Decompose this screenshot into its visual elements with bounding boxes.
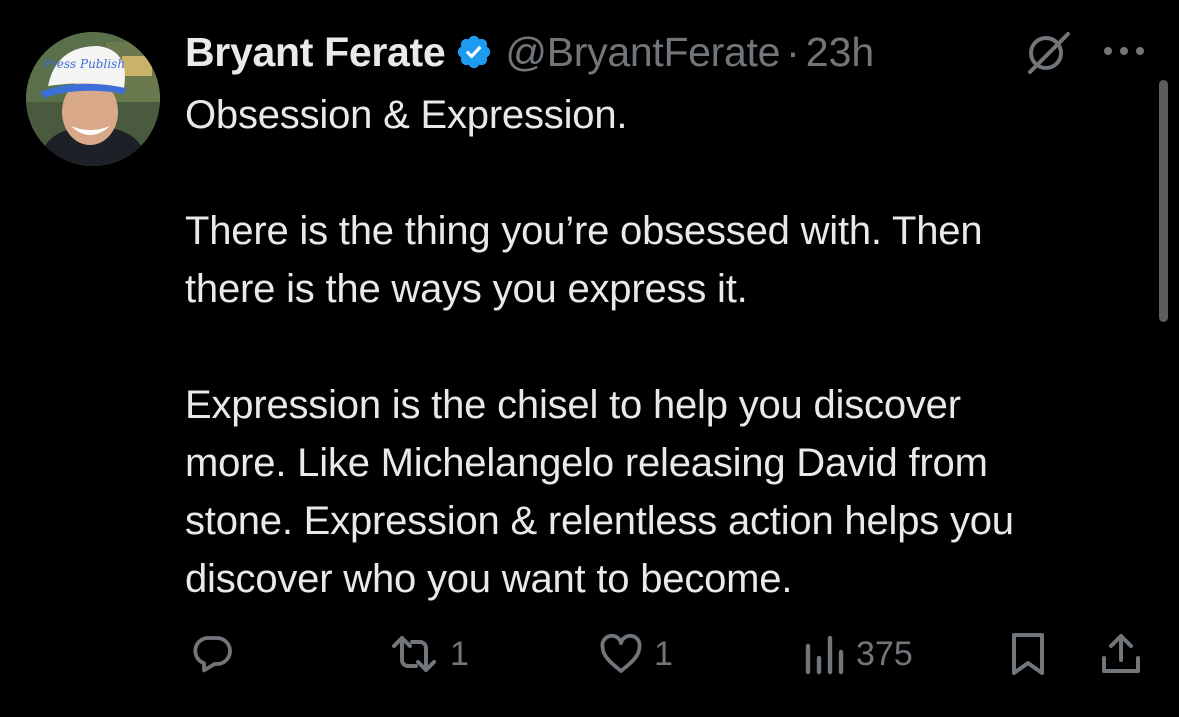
like-icon bbox=[596, 630, 646, 678]
reply-icon bbox=[188, 630, 236, 678]
like-count: 1 bbox=[654, 634, 673, 673]
avatar-hat-text: Press Publish bbox=[42, 57, 125, 71]
tweet-paragraph: Obsession & Expression. bbox=[185, 93, 628, 137]
reply-button[interactable] bbox=[188, 624, 244, 684]
repost-button[interactable]: 1 bbox=[386, 624, 469, 684]
tweet-paragraph: Expression is the chisel to help you dis… bbox=[185, 383, 1014, 601]
share-button[interactable] bbox=[1098, 624, 1144, 684]
tweet-timestamp[interactable]: 23h bbox=[806, 29, 874, 76]
author-name[interactable]: Bryant Ferate bbox=[185, 29, 446, 76]
views-icon bbox=[802, 630, 848, 678]
share-icon bbox=[1098, 630, 1144, 678]
bookmark-icon bbox=[1008, 630, 1048, 678]
repost-count: 1 bbox=[450, 634, 469, 673]
more-icon[interactable] bbox=[1102, 44, 1146, 58]
separator-dot: · bbox=[786, 28, 800, 75]
verified-badge-icon[interactable] bbox=[455, 33, 493, 71]
tweet-paragraph: There is the thing you’re obsessed with.… bbox=[185, 209, 983, 311]
like-button[interactable]: 1 bbox=[596, 624, 673, 684]
tweet-text: Obsession & Expression. There is the thi… bbox=[185, 86, 1145, 608]
bookmark-button[interactable] bbox=[1008, 624, 1048, 684]
views-button[interactable]: 375 bbox=[802, 624, 913, 684]
views-count: 375 bbox=[856, 634, 913, 673]
avatar[interactable]: Press Publish bbox=[26, 32, 160, 166]
tweet-action-bar: 1 1 375 bbox=[0, 624, 1179, 684]
scrollbar[interactable] bbox=[1159, 80, 1168, 322]
tweet-header: Bryant Ferate @BryantFerate · 23h bbox=[185, 24, 874, 80]
repost-icon bbox=[386, 630, 442, 678]
author-handle[interactable]: @BryantFerate bbox=[505, 29, 780, 76]
grok-icon[interactable] bbox=[1024, 30, 1072, 76]
